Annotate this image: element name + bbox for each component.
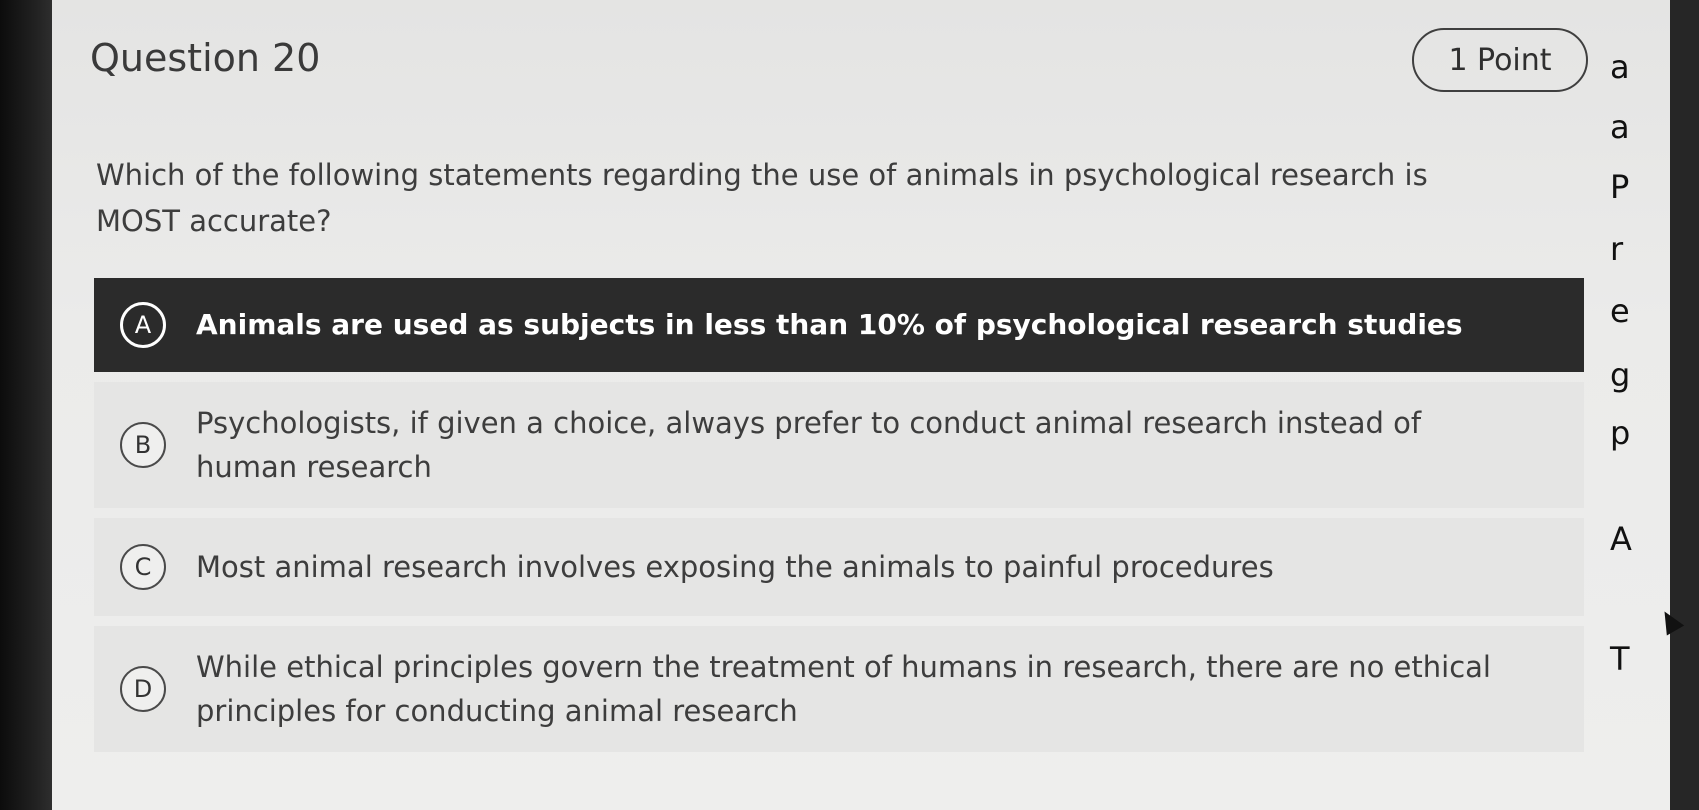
side-panel-glyph: a [1610, 48, 1630, 86]
side-panel-glyph: P [1610, 168, 1630, 206]
side-panel-glyph: T [1610, 640, 1630, 678]
answer-option-b[interactable]: B Psychologists, if given a choice, alwa… [94, 382, 1584, 508]
points-badge: 1 Point [1412, 28, 1588, 92]
side-panel-glyph: A [1610, 520, 1632, 558]
option-text-b: Psychologists, if given a choice, always… [196, 406, 1422, 484]
answer-option-a[interactable]: A Animals are used as subjects in less t… [94, 278, 1584, 372]
option-letter-d: D [120, 666, 166, 712]
option-letter-b: B [120, 422, 166, 468]
answer-option-d[interactable]: D While ethical principles govern the tr… [94, 626, 1584, 752]
question-title: Question 20 [90, 36, 321, 80]
option-letter-a: A [120, 302, 166, 348]
side-panel-glyph: a [1610, 108, 1630, 146]
answer-option-c[interactable]: C Most animal research involves exposing… [94, 518, 1584, 616]
side-panel-glyph: p [1610, 414, 1631, 452]
option-text-c: Most animal research involves exposing t… [196, 550, 1274, 584]
option-text-a: Animals are used as subjects in less tha… [196, 308, 1463, 341]
side-panel-glyph: r [1610, 230, 1624, 268]
side-panel-glyph: g [1610, 356, 1631, 394]
monitor-bezel-left [0, 0, 52, 810]
quiz-screen: Question 20 1 Point Which of the followi… [52, 0, 1670, 810]
option-text-d: While ethical principles govern the trea… [196, 650, 1491, 728]
side-panel-glyph: e [1610, 292, 1630, 330]
question-text: Which of the following statements regard… [96, 158, 1428, 238]
option-letter-c: C [120, 544, 166, 590]
side-panel [1670, 0, 1699, 810]
